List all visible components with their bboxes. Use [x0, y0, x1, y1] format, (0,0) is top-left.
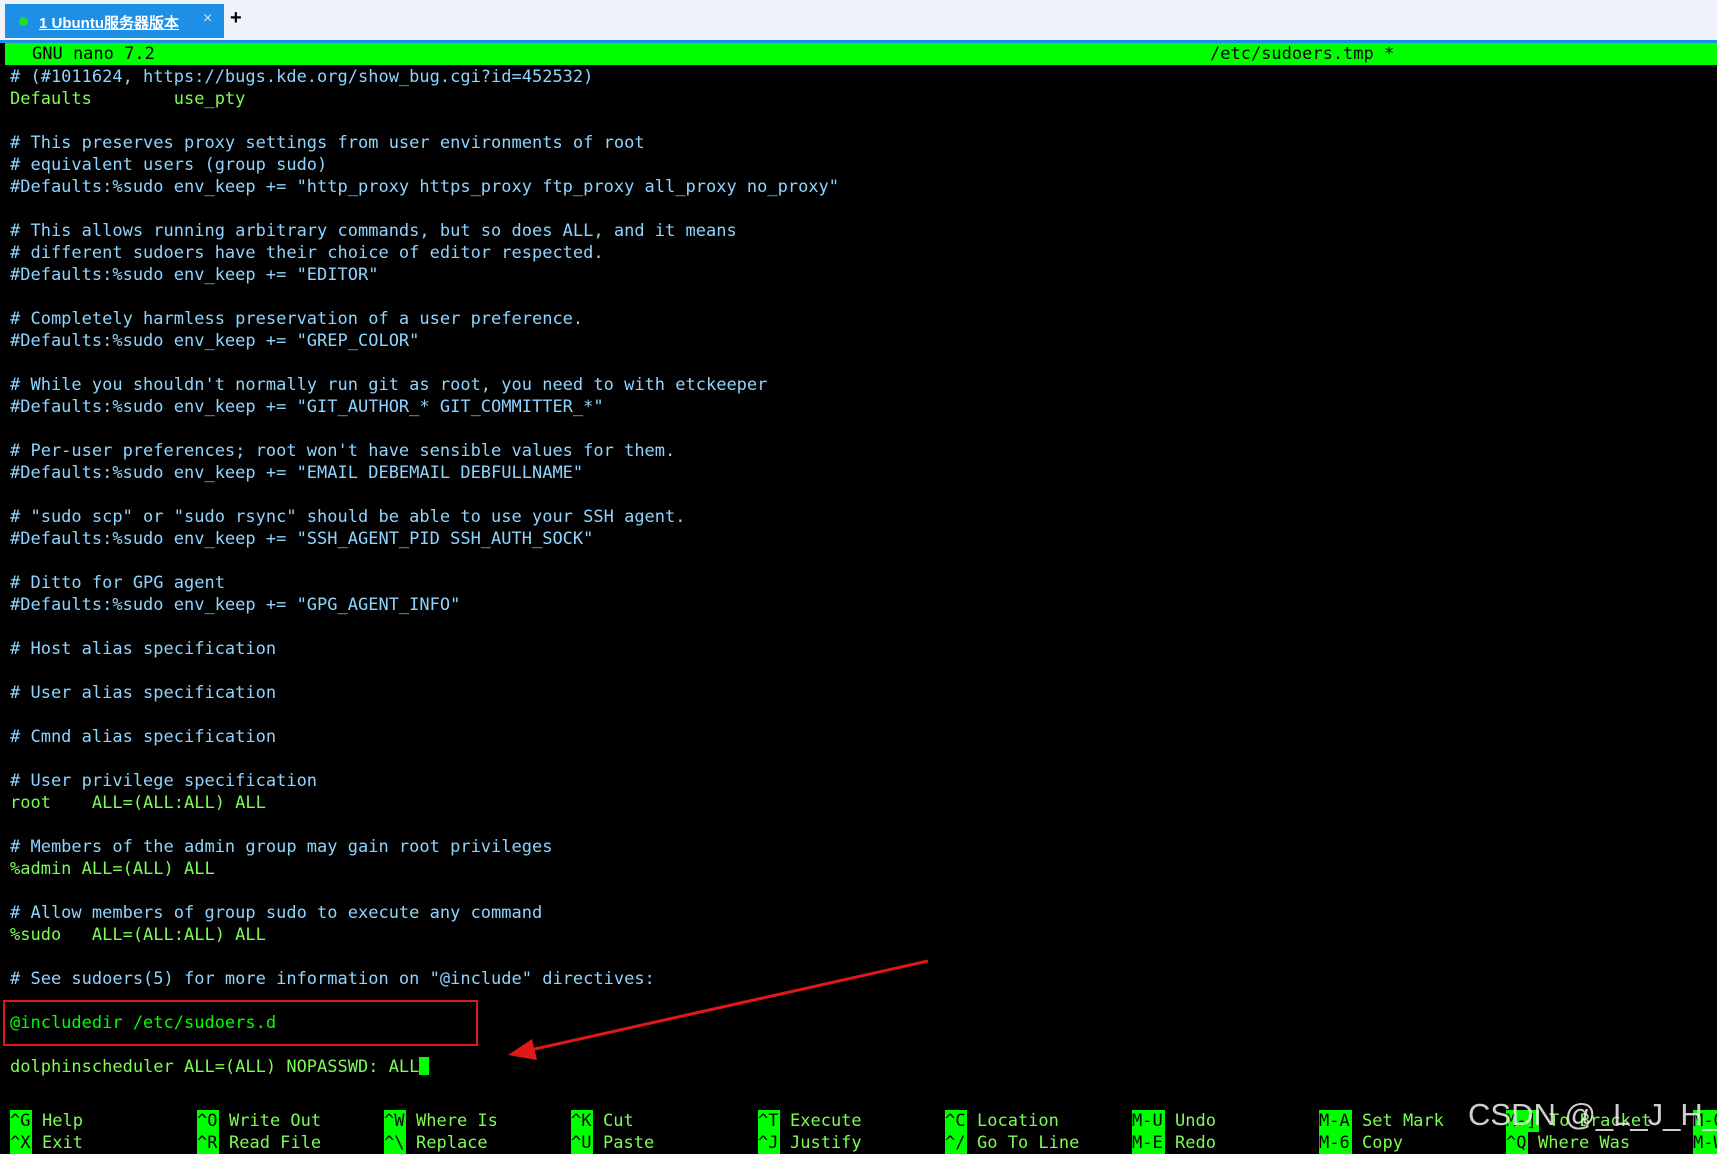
annotation-arrow-icon: [508, 959, 929, 1060]
watermark: CSDN @_L_J_H_: [1468, 1097, 1717, 1132]
